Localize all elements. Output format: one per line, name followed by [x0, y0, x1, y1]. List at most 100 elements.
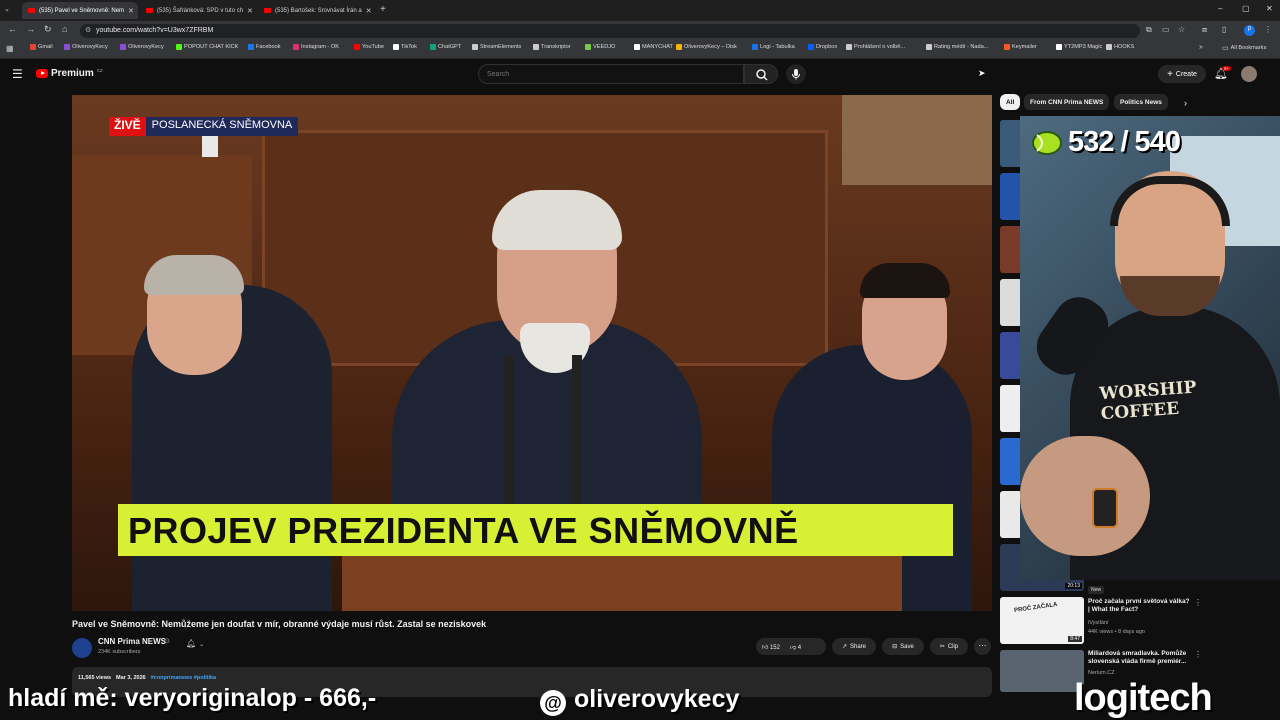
video-duration: 8:47 [1068, 636, 1082, 642]
url-text[interactable]: youtube.com/watch?v=U3wx7ZFRBM [96, 27, 213, 34]
related-video-thumb[interactable] [1000, 650, 1084, 692]
voice-search-button[interactable] [786, 64, 806, 84]
related-video-thumb[interactable] [1000, 173, 1022, 220]
related-video-thumb[interactable] [1000, 120, 1022, 167]
channel-name[interactable]: CNN Prima NEWS [98, 637, 166, 646]
like-button[interactable]: 👍︎ 152 [762, 643, 780, 651]
all-bookmarks[interactable]: ▭ All Bookmarks [1222, 44, 1266, 52]
tab-search-icon[interactable]: ⌄ [4, 5, 10, 13]
extensions-icon[interactable]: ⧈ [1202, 25, 1207, 35]
bookmark-logi-tabulka[interactable]: Logi - Tabulka [752, 44, 795, 50]
chevron-right-icon[interactable]: › [1184, 98, 1187, 108]
more-actions-icon[interactable]: ⋯ [974, 638, 991, 655]
notification-bell-button[interactable]: 🔔︎ ⌄ [186, 639, 216, 654]
bookmark-veedjo[interactable]: VEEDJO [585, 44, 615, 50]
browser-tab-1[interactable]: (535) Pavel ve Sněmovně: Nem ✕ [22, 2, 138, 19]
sidepanel-icon[interactable]: ▯ [1222, 25, 1226, 34]
bookmark-rating-medii[interactable]: Rating médií - Nada... [926, 44, 988, 50]
clip-label: Clip [947, 643, 959, 650]
translate-icon[interactable]: ⧉ [1146, 25, 1152, 35]
bookmark-dropbox[interactable]: Dropbox [808, 44, 837, 50]
back-icon[interactable]: ← [8, 24, 17, 34]
streamer-arm [1020, 436, 1150, 556]
bookmark-oliverovykecy-2[interactable]: OliverovyKecy [120, 44, 164, 50]
close-tab-icon[interactable]: ✕ [366, 7, 372, 15]
related-video-thumb[interactable]: PROČ ZAČALA 8:47 [1000, 597, 1084, 644]
related-video-title[interactable]: Miliardová smradlavka. Pomůže slovenská … [1088, 650, 1192, 666]
share-button[interactable]: ↗ Share [832, 638, 876, 655]
bookmark-gmail[interactable]: Gmail [30, 44, 53, 50]
search-input[interactable] [478, 64, 744, 84]
thumbs-down-icon: 👎︎ [789, 644, 797, 651]
omnibox[interactable] [80, 24, 1140, 38]
save-button[interactable]: ⊟ Save [882, 638, 924, 655]
bookmark-yt2mp3[interactable]: YT2MP3 Magic [1056, 44, 1102, 50]
related-video-channel[interactable]: Nerium.CZ [1088, 670, 1115, 676]
bookmark-transkriptor[interactable]: Transkriptor [533, 44, 571, 50]
watch-icon [1092, 488, 1118, 528]
browser-tab-3[interactable]: (535) Bartošek: Srovnávat Írán a ✕ [258, 2, 374, 19]
reload-icon[interactable]: ↻ [44, 24, 52, 35]
related-video-channel[interactable]: iVysílání [1088, 620, 1109, 626]
related-video-title[interactable]: Proč začala první světová válka? | What … [1088, 598, 1192, 614]
dislike-button[interactable]: 👎︎ 4 [790, 643, 801, 651]
bookmark-manychat[interactable]: MANYCHAT [634, 44, 673, 50]
close-tab-icon[interactable]: ✕ [128, 7, 134, 15]
bookmark-drive[interactable]: OliverovyKecy – Disk [676, 44, 737, 50]
clip-button[interactable]: ✂ Clip [930, 638, 968, 655]
related-video-thumb[interactable] [1000, 385, 1022, 432]
microphone-right-icon [572, 355, 582, 515]
related-video-thumb[interactable] [1000, 438, 1022, 485]
search-button[interactable] [744, 64, 778, 84]
create-button[interactable]: + Create [1158, 65, 1206, 83]
hamburger-menu-icon[interactable]: ☰ [12, 67, 23, 81]
youtube-logo[interactable]: Premium CZ [36, 68, 103, 79]
menu-dots-icon[interactable]: ⋮ [1264, 25, 1272, 34]
close-tab-icon[interactable]: ✕ [247, 7, 253, 15]
bookmark-chatgpt[interactable]: ChatGPT [430, 44, 461, 50]
upload-date: Mar 3, 2026 [116, 675, 146, 681]
bookmark-youtube[interactable]: YouTube [354, 44, 384, 50]
chip-politics[interactable]: Politics News [1114, 94, 1168, 110]
tab-title: (535) Pavel ve Sněmovně: Nem [39, 7, 125, 14]
hashtags[interactable]: #cnnprimanews #politika [151, 675, 216, 681]
account-avatar[interactable] [1241, 66, 1257, 82]
bookmark-prohlaseni[interactable]: Prohlášení o volbě... [846, 44, 905, 50]
more-options-icon[interactable]: ⋮ [1194, 650, 1202, 659]
minimize-icon[interactable]: – [1218, 4, 1222, 13]
bookmark-star-icon[interactable]: ☆ [1178, 25, 1185, 34]
chip-all[interactable]: All [1000, 94, 1021, 110]
youtube-favicon-icon [28, 8, 35, 13]
related-video-views: 44K views • 8 days ago [1088, 629, 1145, 635]
bookmark-oliverovykecy[interactable]: OliverovyKecy [64, 44, 108, 50]
bookmark-popout-chat-kick[interactable]: POPOUT CHAT KICK [176, 44, 238, 50]
related-video-thumb[interactable] [1000, 226, 1022, 273]
bookmark-tiktok[interactable]: TikTok [393, 44, 417, 50]
related-video-thumb[interactable] [1000, 279, 1022, 326]
maximize-icon[interactable]: ▢ [1242, 4, 1250, 13]
more-options-icon[interactable]: ⋮ [1194, 598, 1202, 607]
bookmark-facebook[interactable]: Facebook [248, 44, 281, 50]
thumb-handwriting: PROČ ZAČALA [1013, 601, 1058, 615]
site-info-icon[interactable]: ⚙ [85, 26, 91, 34]
apps-grid-icon[interactable]: ▦ [6, 44, 14, 53]
bookmark-favicon-icon [752, 44, 758, 50]
browser-tab-2[interactable]: (535) Šafránková: SPD v tuto ch ✕ [140, 2, 256, 19]
bookmark-keymailer[interactable]: Keymailer [1004, 44, 1037, 50]
profile-avatar[interactable]: P [1244, 25, 1255, 36]
close-window-icon[interactable]: ✕ [1266, 4, 1273, 13]
related-video-thumb[interactable] [1000, 491, 1022, 538]
bookmark-streamelements[interactable]: StreamElements [472, 44, 521, 50]
cast-icon[interactable]: ▭ [1162, 25, 1170, 34]
related-video-thumb[interactable] [1000, 332, 1022, 379]
youtube-favicon-icon [264, 8, 271, 13]
bookmark-hooks[interactable]: HOOKS [1106, 44, 1134, 50]
more-bookmarks-icon[interactable]: » [1199, 44, 1203, 51]
chip-from-channel[interactable]: From CNN Prima NEWS [1024, 94, 1110, 110]
home-icon[interactable]: ⌂ [62, 24, 67, 34]
bookmark-label: VEEDJO [593, 44, 616, 50]
bookmark-instagram[interactable]: Instagram - OK [293, 44, 339, 50]
channel-avatar[interactable] [72, 638, 92, 658]
forward-icon[interactable]: → [26, 24, 35, 34]
new-tab-icon[interactable]: + [380, 4, 386, 15]
